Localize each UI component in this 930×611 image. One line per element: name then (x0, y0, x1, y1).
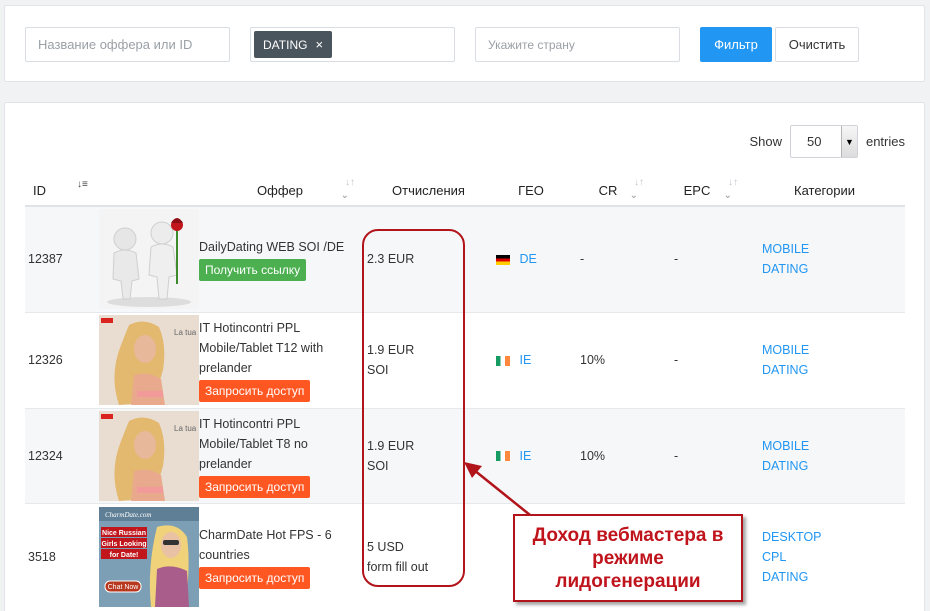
flag-de-icon (496, 254, 510, 265)
category-multiselect[interactable]: DATING × (250, 27, 455, 62)
chevron-down-icon: ⌄ (629, 190, 638, 201)
category-tag-label: DATING (263, 37, 308, 52)
flag-ie-icon (496, 451, 510, 462)
sort-desc-icon[interactable]: ↓≡ (77, 179, 88, 190)
callout-text: Доход вебмастера в режиме лидогенерации (532, 524, 724, 592)
payout-amount: 5 USD (367, 539, 404, 554)
column-header-epc[interactable]: EPC ↓↑ ⌄ (650, 175, 744, 207)
category-link[interactable]: DESKTOP (762, 527, 905, 547)
table-row: 12387 DailyDating WEB SOI /DE Получить с… (25, 205, 905, 312)
category-link[interactable]: MOBILE (762, 436, 905, 456)
offer-thumbnail[interactable]: La tua (99, 410, 199, 501)
offer-id: 3518 (25, 502, 99, 610)
entries-select[interactable]: 50 ▼ (789, 125, 858, 158)
column-header-image (99, 175, 199, 207)
offer-name[interactable]: DailyDating WEB SOI /DE (199, 237, 353, 257)
column-header-offer[interactable]: Оффер ↓↑ ⌄ (199, 175, 361, 207)
cr-value: 10% (566, 311, 650, 408)
column-header-categories: Категории (744, 175, 905, 207)
annotation-callout: Доход вебмастера в режиме лидогенерации (513, 514, 743, 602)
geo-link[interactable]: DE (519, 252, 536, 266)
thumb-caption: La tua (174, 328, 197, 337)
offer-name[interactable]: IT Hotincontri PPL Mobile/Tablet T12 wit… (199, 318, 353, 378)
table-row: 3518 CharmDate.com Nice Russian Girls Lo (25, 502, 905, 610)
thumb-line3: for Date! (110, 552, 139, 559)
table-header-row: ID ↓≡ Оффер ↓↑ ⌄ Отчисления ГЕО CR ↓↑ ⌄ … (25, 175, 905, 207)
offer-search-input[interactable] (25, 27, 230, 62)
chevron-down-icon: ⌄ (340, 190, 349, 201)
request-access-button[interactable]: Запросить доступ (199, 380, 311, 402)
geo-link[interactable]: IE (519, 353, 531, 367)
thumb-line2: Girls Looking (101, 541, 146, 548)
category-link[interactable]: DATING (762, 456, 905, 476)
category-link[interactable]: DATING (762, 567, 905, 587)
payout-amount: 1.9 EUR (367, 343, 415, 357)
entries-label: entries (865, 134, 905, 149)
epc-value: - (650, 311, 744, 408)
category-link[interactable]: DATING (762, 259, 905, 279)
request-access-button[interactable]: Запросить доступ (199, 475, 311, 498)
offer-thumbnail[interactable]: CharmDate.com Nice Russian Girls Looking… (99, 506, 199, 607)
chevron-down-icon[interactable]: ▼ (840, 126, 857, 157)
offer-name[interactable]: CharmDate Hot FPS - 6 countries (199, 525, 353, 565)
category-link[interactable]: DATING (762, 360, 905, 380)
epc-value: - (650, 205, 744, 312)
offers-table: ID ↓≡ Оффер ↓↑ ⌄ Отчисления ГЕО CR ↓↑ ⌄ … (25, 175, 905, 610)
chevron-down-icon: ⌄ (723, 190, 732, 201)
offer-id: 12387 (25, 205, 99, 312)
thumb-line1: Nice Russian (102, 530, 146, 537)
offer-name[interactable]: IT Hotincontri PPL Mobile/Tablet T8 no p… (199, 414, 353, 474)
sort-icon[interactable]: ↓↑ (634, 178, 644, 188)
cr-value: 10% (566, 407, 650, 503)
filter-button[interactable]: Фильтр (700, 27, 772, 62)
thumb-caption: La tua (174, 424, 197, 433)
country-input[interactable] (475, 27, 680, 62)
show-label: Show (749, 134, 782, 149)
sort-icon[interactable]: ↓↑ (728, 178, 738, 188)
request-access-button[interactable]: Запросить доступ (199, 566, 311, 589)
remove-tag-icon[interactable]: × (315, 37, 323, 52)
sort-icon[interactable]: ↓↑ (345, 178, 355, 188)
cr-value: - (566, 205, 650, 312)
payout-type: SOI (367, 458, 389, 473)
payout-type: form fill out (367, 559, 429, 574)
category-tag-dating: DATING × (254, 31, 333, 58)
payout-amount: 2.3 EUR (367, 252, 415, 267)
table-row: 12326 La tua IT Hotincontri PPL Mobile/T… (25, 311, 905, 408)
offer-thumbnail[interactable]: La tua (99, 315, 199, 405)
offer-thumbnail[interactable] (99, 209, 199, 310)
column-header-geo: ГЕО (496, 175, 566, 207)
payout-amount: 1.9 EUR (367, 438, 415, 453)
flag-ie-icon (496, 355, 510, 366)
get-link-button[interactable]: Получить ссылку (199, 259, 307, 282)
entries-value: 50 (806, 134, 822, 149)
offer-id: 12326 (25, 311, 99, 408)
category-link[interactable]: CPL (762, 547, 905, 567)
geo-link[interactable]: IE (519, 449, 531, 463)
offer-id: 12324 (25, 407, 99, 503)
category-link[interactable]: MOBILE (762, 239, 905, 259)
thumb-cta: Chat Now (108, 584, 140, 591)
payout-type: SOI (367, 363, 389, 377)
filter-panel: DATING × Фильтр Очистить (4, 5, 925, 82)
offers-panel: Show 50 ▼ entries ID ↓≡ Оффер ↓↑ ⌄ Отчис… (4, 102, 925, 611)
column-header-payout: Отчисления (361, 175, 496, 207)
epc-value: - (650, 407, 744, 503)
table-row: 12324 La tua IT Hotincontri PPL Mobile/T… (25, 407, 905, 503)
column-header-id[interactable]: ID ↓≡ (25, 175, 99, 207)
clear-button[interactable]: Очистить (775, 27, 859, 62)
entries-control: Show 50 ▼ entries (749, 125, 905, 158)
column-header-cr[interactable]: CR ↓↑ ⌄ (566, 175, 650, 207)
category-link[interactable]: MOBILE (762, 340, 905, 360)
thumb-banner-text: CharmDate.com (105, 511, 151, 519)
